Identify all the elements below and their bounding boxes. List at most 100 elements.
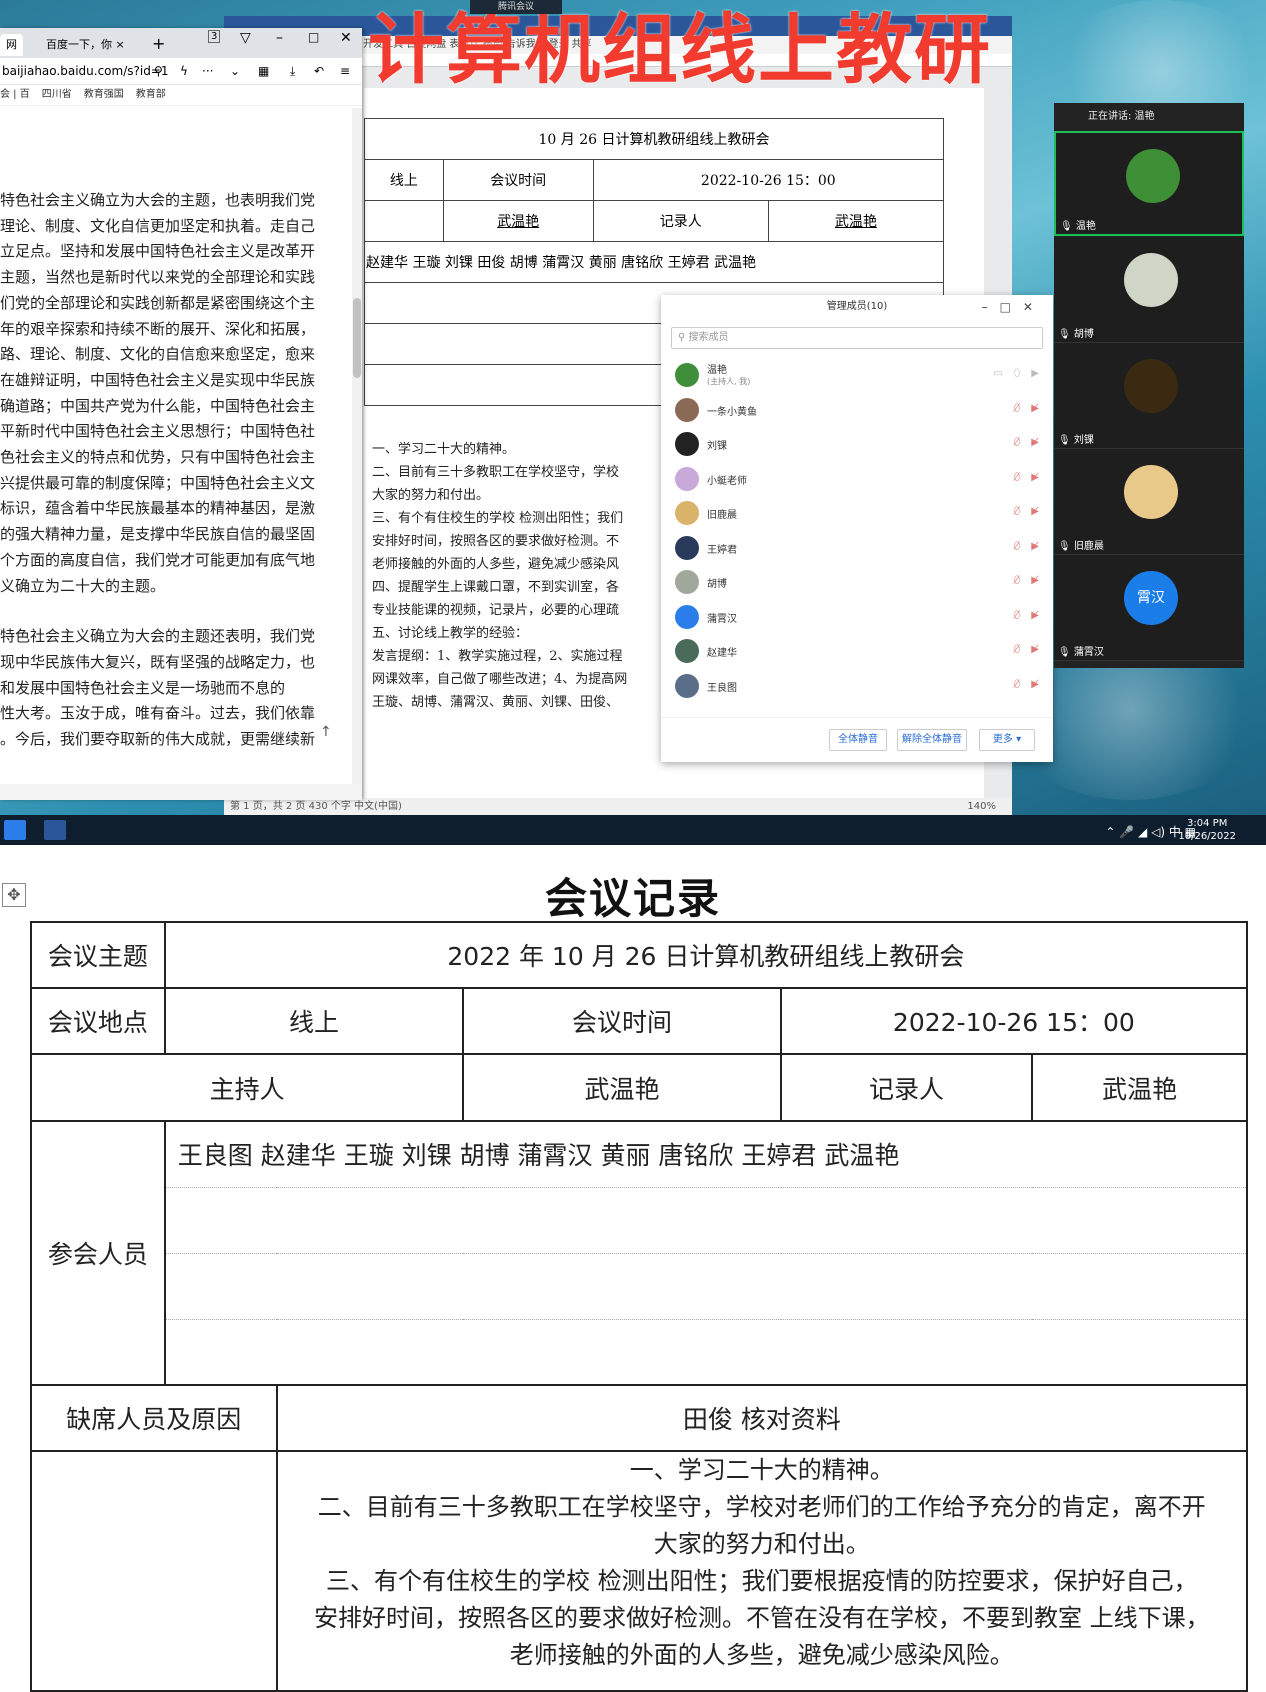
meeting-content: 一、学习二十大的精神。 二、目前有三十多教职工在学校坚守，学校对老师们的工作给予充… [275,1450,1249,1692]
browser-window: 网 百度一下，你 × + 3 ▽ – □ ✕ baijiahao.baidu.c… [0,28,362,800]
speaking-indicator: 正在讲话: 温艳 [1088,111,1155,122]
mute-mic-icon[interactable]: ⬯̸ ▶̸ [1014,403,1043,414]
video-name-label: 🎙 蒲霄汉 [1058,647,1104,658]
menu-icon[interactable]: ≡ [340,58,350,84]
unmute-all-button[interactable]: 解除全体静音 [897,729,967,751]
mute-mic-icon[interactable]: ⬯̸ ▶̸ [1014,541,1043,552]
article-line: 特色社会主义确立为大会的主题，也表明我们党 [0,191,316,209]
meeting-app-icon[interactable] [4,820,26,840]
article-line: 年的艰辛探索和持续不断的展开、深化和拓展， [0,319,316,338]
article-line: 主题，当然也是新时代以来党的全部理论和实践 [0,268,316,287]
mute-mic-icon[interactable]: ⬯̸ ▶̸ [1014,575,1043,586]
video-tile[interactable]: 🎙 旧鹿晨 [1054,449,1244,555]
video-panel: 正在讲话: 温艳 🎙 温艳 🎙 胡博 🎙 刘锞 🎙 旧鹿晨霄汉 🎙 蒲霄汉 [1054,103,1244,668]
word-status-text: 第 1 页，共 2 页 430 个字 中文(中国) [230,801,402,812]
article-line: 立足点。坚持和发展中国特色社会主义是改革开 [0,242,316,261]
word-body-line: 网课效率，自己做了哪些改进；4、为提高网 [372,672,628,687]
overlay-title: 计算机组线上教研 [368,5,992,94]
word-body-line: 大家的努力和付出。 [372,488,490,503]
recorder-value: 武温艳 [1031,1053,1248,1122]
bolt-icon[interactable]: ϟ [180,58,188,84]
word-attendees: 赵建华 王璇 刘锞 田俊 胡博 蒲霄汉 黄丽 唐铭欣 王婷君 武温艳 [364,241,944,283]
recorder-label: 记录人 [779,1053,1034,1122]
bookmark-item[interactable]: 会 | 百 [0,89,30,100]
content-line: 二、目前有三十多教职工在学校坚守，学校对老师们的工作给予充分的肯定，离不开 [317,1493,1206,1521]
word-body-line: 二、目前有三十多教职工在学校坚守，学校 [372,465,620,480]
clock[interactable]: 3:04 PM 10/26/2022 [1178,817,1236,843]
clock-time: 3:04 PM [1187,818,1228,829]
more-icon[interactable]: ··· [202,58,213,84]
scrollbar[interactable] [352,108,362,788]
topic-value: 2022 年 10 月 26 日计算机教研组线上教研会 [163,921,1249,989]
taskbar: ⌃ 🎤 ◢ ◁) 中 ▦ 3:04 PM 10/26/2022 [0,815,1266,845]
bookmark-item[interactable]: 教育部 [136,89,166,100]
word-body-line: 安排好时间，按照各区的要求做好检测。不 [372,534,620,549]
mute-mic-icon[interactable]: ⬯̸ ▶̸ [1014,472,1043,483]
word-body-text: 一、学习二十大的精神。 二、目前有三十多教职工在学校坚守，学校 大家的努力和付出。三… [372,438,672,714]
tab-count-badge[interactable]: 3 [208,30,221,43]
member-search-input[interactable]: ⚲ 搜索成员 [671,327,1043,349]
word-body-line: 五、讨论线上教学的经验： [372,626,529,641]
scrollbar-thumb[interactable] [353,298,361,378]
scroll-up-icon[interactable]: ↑ [320,724,332,740]
video-tile[interactable]: 🎙 温艳 [1054,131,1244,236]
undo-icon[interactable]: ↶ [314,58,324,84]
maximize-icon[interactable]: □ [308,30,319,44]
minimize-icon[interactable]: – [276,30,283,46]
mute-mic-icon[interactable]: ⬯̸ ▶̸ [1014,644,1043,655]
filter-icon[interactable]: ▽ [240,30,251,46]
member-row[interactable]: 王良图 ⬯̸ ▶̸ [661,668,1053,703]
mute-mic-icon[interactable]: ⬯̸ ▶̸ [1014,679,1043,690]
members-footer: 全体静音 解除全体静音 更多 ▾ [661,717,1053,762]
video-tile[interactable]: 🎙 胡博 [1054,237,1244,343]
member-row[interactable]: 温艳 (主持人, 我) ▭ ⬯ ▶ [661,357,1053,392]
bookmark-item[interactable]: 教育强国 [84,89,124,100]
word-app-icon[interactable] [44,820,66,840]
mute-mic-icon[interactable]: ⬯̸ ▶̸ [1014,506,1043,517]
mute-mic-icon[interactable]: ▭ ⬯ ▶ [993,368,1043,379]
member-name: 小蜓老师 [707,475,747,487]
video-tile[interactable]: 🎙 刘锞 [1054,343,1244,449]
address-bar[interactable]: baijiahao.baidu.com/s?id=1 ⚲ ϟ ··· ⌄ ▦ ⤓… [0,58,362,85]
members-dialog: 管理成员(10) –□✕ ⚲ 搜索成员 温艳 (主持人, 我) ▭ ⬯ ▶ 一条小黄鱼… [661,295,1053,762]
member-row[interactable]: 赵建华 ⬯̸ ▶̸ [661,633,1053,668]
word-zoom[interactable]: 140% [967,798,996,816]
word-host-label [364,200,444,242]
video-tile[interactable]: 霄汉 🎙 蒲霄汉 [1054,555,1244,661]
word-time: 2022-10-26 15：00 [592,159,945,201]
more-button[interactable]: 更多 ▾ [979,729,1035,751]
browser-tab-baidu[interactable]: 百度一下，你 × [40,34,131,56]
member-row[interactable]: 刘锞 ⬯̸ ▶̸ [661,426,1053,461]
apps-icon[interactable]: ▦ [258,58,269,84]
article-line: 特色社会主义确立为大会的主题还表明，我们党 [0,627,316,646]
download-icon[interactable]: ⤓ [290,58,295,84]
member-name: 王良图 [707,682,737,694]
member-row[interactable]: 旧鹿晨 ⬯̸ ▶̸ [661,495,1053,530]
record-title: 会议记录 [544,874,721,923]
mute-all-button[interactable]: 全体静音 [829,729,887,751]
article-line: 路、理论、制度、文化的自信愈来愈坚定，愈来 [0,345,316,364]
new-tab-icon[interactable]: + [152,34,165,53]
member-row[interactable]: 一条小黄鱼 ⬯̸ ▶̸ [661,392,1053,427]
search-placeholder: 搜索成员 [688,332,729,343]
member-row[interactable]: 蒲霄汉 ⬯̸ ▶̸ [661,599,1053,634]
mute-mic-icon[interactable]: ⬯̸ ▶̸ [1014,437,1043,448]
article-line: 在雄辩证明，中国特色社会主义是实现中华民族 [0,370,316,389]
search-icon[interactable]: ⚲ [154,58,163,84]
window-controls[interactable]: –□✕ [982,295,1045,319]
member-row[interactable]: 王婷君 ⬯̸ ▶̸ [661,530,1053,565]
member-name: 旧鹿晨 [707,510,737,521]
mute-mic-icon[interactable]: ⬯̸ ▶̸ [1014,610,1043,621]
member-row[interactable]: 胡博 ⬯̸ ▶̸ [661,564,1053,599]
bookmark-item[interactable]: 四川省 [42,89,72,100]
member-name: 温艳 (主持人, 我) [707,365,751,386]
browser-tab-prefix[interactable]: 网 [0,34,23,56]
member-avatar [675,535,699,560]
article-line: 和发展中国特色社会主义是一场驰而不息的 [0,678,286,697]
close-icon[interactable]: ✕ [340,30,352,46]
member-avatar [675,639,699,663]
member-row[interactable]: 小蜓老师 ⬯̸ ▶̸ [661,461,1053,496]
clock-date: 10/26/2022 [1178,831,1236,842]
chevron-down-icon[interactable]: ⌄ [230,58,240,84]
video-name-label: 🎙 旧鹿晨 [1058,541,1104,552]
